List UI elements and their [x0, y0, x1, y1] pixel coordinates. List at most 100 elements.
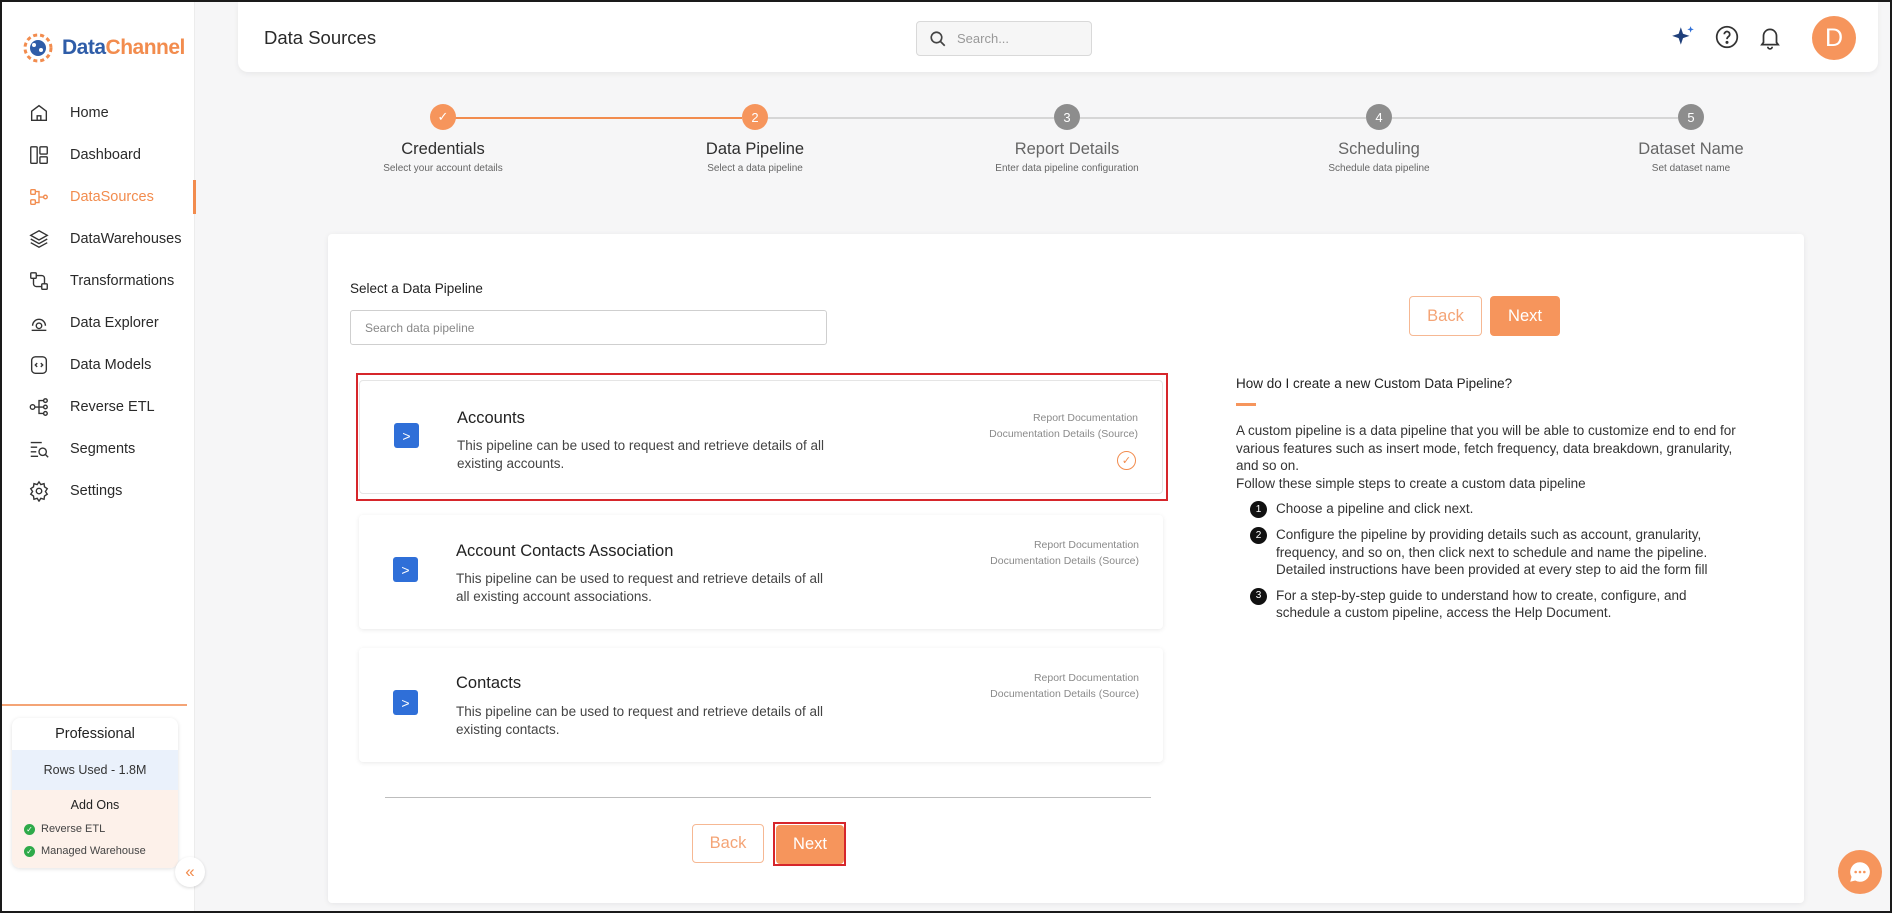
brand-name: DataChannel — [62, 36, 185, 59]
rows-used: Rows Used - 1.8M — [12, 750, 178, 790]
plan-title: Professional — [55, 726, 135, 742]
select-pipeline-label: Select a Data Pipeline — [350, 281, 483, 296]
sidebar-item-data-explorer[interactable]: Data Explorer — [2, 302, 195, 344]
search-icon — [930, 30, 946, 46]
addon-item: ✓ Reverse ETL — [12, 818, 178, 840]
back-button-top[interactable]: Back — [1409, 296, 1482, 336]
chat-support-button[interactable] — [1838, 850, 1882, 894]
explorer-icon — [31, 318, 47, 332]
step-number: 4 — [1366, 104, 1392, 130]
selected-check-icon: ✓ — [1117, 451, 1136, 470]
sparkle-ai-icon[interactable] — [1670, 24, 1696, 50]
check-icon: ✓ — [430, 104, 456, 130]
sidebar-item-datawarehouses[interactable]: DataWarehouses — [2, 218, 195, 260]
help-intro: A custom pipeline is a data pipeline tha… — [1236, 423, 1736, 473]
sidebar-item-segments[interactable]: Segments — [2, 428, 195, 470]
step-scheduling: 4 Scheduling Schedule data pipeline — [1279, 104, 1479, 174]
step-label: Report Details — [1014, 140, 1120, 158]
back-button-bottom[interactable]: Back — [692, 824, 764, 863]
step-label: Dataset Name — [1638, 140, 1744, 158]
search-placeholder: Search... — [957, 31, 1010, 46]
sidebar-item-label: Home — [70, 105, 109, 121]
step-sublabel: Select a data pipeline — [707, 163, 803, 174]
sidebar-item-data-models[interactable]: Data Models — [2, 344, 195, 386]
pipeline-description: This pipeline can be used to request and… — [456, 704, 823, 737]
pipeline-name: Accounts — [457, 409, 525, 427]
sidebar-item-transformations[interactable]: Transformations — [2, 260, 195, 302]
models-icon — [30, 356, 48, 374]
pipeline-description: This pipeline can be used to request and… — [457, 438, 824, 471]
help-step: 3 For a step-by-step guide to understand … — [1236, 587, 1741, 622]
sidebar-item-label: Reverse ETL — [70, 399, 155, 415]
reverse-etl-icon — [29, 398, 48, 416]
sidebar-item-dashboard[interactable]: Dashboard — [2, 134, 195, 176]
step-credentials[interactable]: ✓ Credentials Select your account detail… — [343, 104, 543, 174]
page-title: Data Sources — [264, 27, 377, 48]
step-number-badge: 1 — [1250, 501, 1267, 518]
sidebar-item-datasources[interactable]: DataSources — [2, 176, 196, 218]
help-panel: How do I create a new Custom Data Pipeli… — [1236, 376, 1741, 622]
layers-icon — [29, 229, 49, 249]
pipeline-arrow-icon: > — [394, 423, 419, 448]
step-sublabel: Select your account details — [383, 163, 503, 174]
report-documentation-link[interactable]: Report Documentation — [990, 538, 1139, 554]
addons-section: Add Ons ✓ Reverse ETL ✓ Managed Warehouse — [12, 790, 178, 868]
pipeline-arrow-icon: > — [393, 690, 418, 715]
step-number: 5 — [1678, 104, 1704, 130]
double-chevron-left-icon: « — [185, 862, 195, 881]
wizard-stepper: ✓ Credentials Select your account detail… — [316, 104, 1776, 184]
pipeline-card-contacts[interactable]: > Contacts This pipeline can be used to … — [359, 648, 1163, 762]
sidebar-item-label: DataSources — [70, 189, 154, 205]
dashboard-icon — [30, 146, 48, 164]
help-icon[interactable] — [1714, 24, 1740, 50]
search-input[interactable]: Search... — [916, 21, 1092, 56]
pipeline-card-accounts[interactable]: > Accounts This pipeline can be used to … — [359, 380, 1163, 494]
report-documentation-link[interactable]: Report Documentation — [989, 411, 1138, 427]
documentation-details-link[interactable]: Documentation Details (Source) — [990, 687, 1139, 703]
help-title: How do I create a new Custom Data Pipeli… — [1236, 376, 1513, 391]
sidebar-item-label: Data Explorer — [70, 315, 159, 331]
sidebar-item-label: Transformations — [70, 273, 175, 289]
plan-card: Professional Rows Used - 1.8M Add Ons ✓ R… — [12, 718, 178, 868]
step-sublabel: Enter data pipeline configuration — [995, 163, 1139, 174]
step-number: 2 — [742, 104, 768, 130]
sidebar-item-home[interactable]: Home — [2, 92, 195, 134]
gear-icon — [29, 480, 49, 502]
documentation-details-link[interactable]: Documentation Details (Source) — [989, 427, 1138, 443]
sidebar-item-reverse-etl[interactable]: Reverse ETL — [2, 386, 195, 428]
bell-icon[interactable] — [1757, 24, 1783, 50]
next-button-top[interactable]: Next — [1490, 296, 1560, 336]
documentation-details-link[interactable]: Documentation Details (Source) — [990, 554, 1139, 570]
collapse-sidebar-button[interactable]: « — [175, 857, 205, 887]
top-header: Data Sources Search... D — [238, 2, 1878, 72]
step-label: Scheduling — [1338, 140, 1420, 158]
transform-icon — [30, 272, 48, 290]
pipeline-search-input[interactable]: Search data pipeline — [350, 310, 827, 345]
sidebar-nav: Home Dashboard DataSources DataWarehouse… — [2, 92, 196, 512]
pipeline-card-account-contacts-association[interactable]: > Account Contacts Association This pipe… — [359, 515, 1163, 629]
datachannel-logo-icon — [23, 33, 53, 63]
chat-bubble-icon — [1850, 862, 1870, 882]
sidebar-item-label: Data Models — [70, 357, 152, 373]
help-step: 2 Configure the pipeline by providing det… — [1236, 526, 1741, 579]
sidebar-item-settings[interactable]: Settings — [2, 470, 195, 512]
step-number-badge: 2 — [1250, 527, 1267, 544]
step-data-pipeline[interactable]: 2 Data Pipeline Select a data pipeline — [655, 104, 855, 174]
addons-title: Add Ons — [70, 798, 120, 812]
step-sublabel: Schedule data pipeline — [1328, 163, 1430, 174]
segments-icon — [30, 441, 49, 458]
help-intro-followup: Follow these simple steps to create a cu… — [1236, 475, 1586, 491]
logo[interactable]: DataChannel — [20, 30, 185, 66]
home-icon — [30, 104, 48, 122]
next-button-bottom[interactable]: Next — [776, 825, 844, 864]
step-number: 3 — [1054, 104, 1080, 130]
pipeline-search-placeholder: Search data pipeline — [365, 320, 475, 335]
sidebar-item-label: Settings — [70, 483, 123, 499]
step-number-badge: 3 — [1250, 587, 1267, 605]
step-label: Credentials — [401, 140, 485, 158]
user-avatar[interactable]: D — [1812, 16, 1856, 60]
report-documentation-link[interactable]: Report Documentation — [990, 671, 1139, 687]
step-dataset-name: 5 Dataset Name Set dataset name — [1591, 104, 1791, 174]
check-circle-icon: ✓ — [24, 823, 35, 835]
step-report-details: 3 Report Details Enter data pipeline con… — [967, 104, 1167, 174]
